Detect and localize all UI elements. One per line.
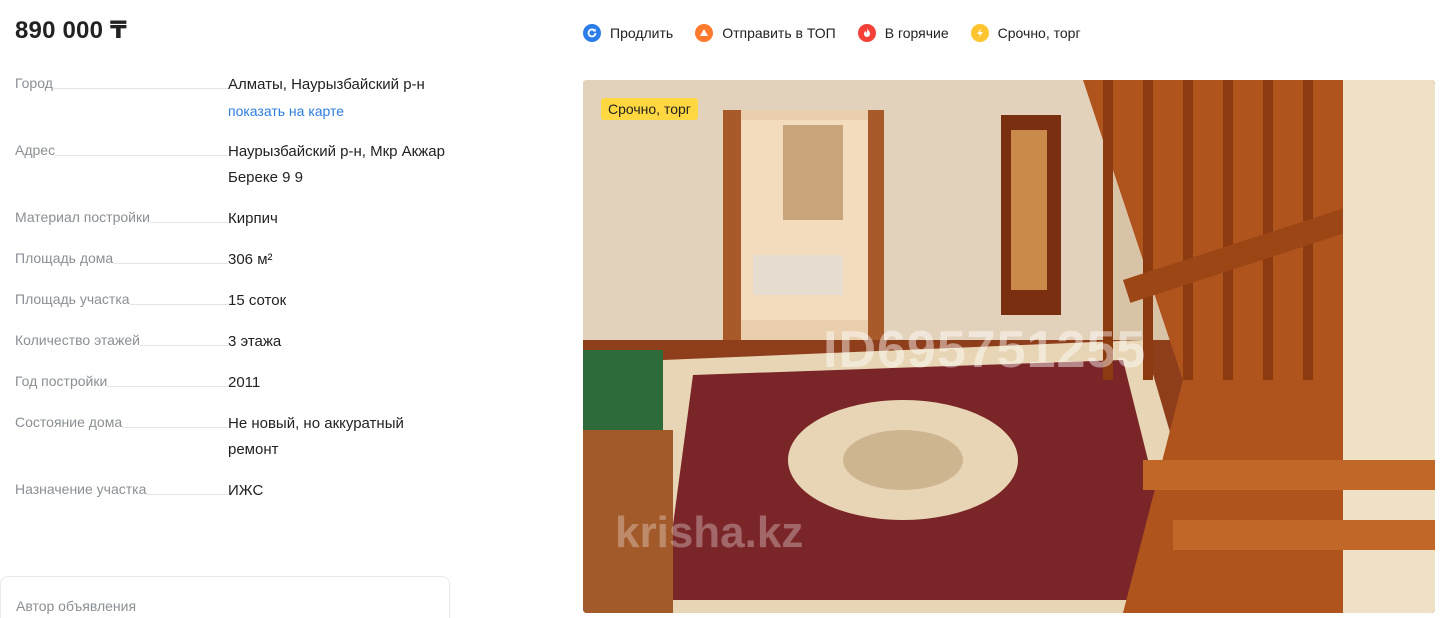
paid-services-bar: Продлить Отправить в ТОП В горячие Срочн… bbox=[583, 24, 1103, 42]
service-hot-button[interactable]: В горячие bbox=[857, 24, 949, 42]
param-label: Материал постройки bbox=[15, 209, 150, 225]
param-row-address: Адрес Наурызбайский р-н, Мкр Акжар Берек… bbox=[15, 139, 445, 191]
param-value-text: Алматы, Наурызбайский р-н bbox=[228, 76, 425, 93]
param-label: Назначение участка bbox=[15, 481, 147, 497]
photo-watermark-site: krisha.kz bbox=[615, 508, 804, 557]
service-urgent-button[interactable]: Срочно, торг bbox=[970, 24, 1081, 42]
param-label: Год постройки bbox=[15, 373, 108, 389]
service-top-button[interactable]: Отправить в ТОП bbox=[695, 24, 836, 42]
param-row-year: Год постройки 2011 bbox=[15, 370, 445, 396]
param-label: Количество этажей bbox=[15, 332, 140, 348]
param-value: 15 соток bbox=[228, 292, 287, 309]
photo-watermark-id: ID695751255 bbox=[823, 321, 1147, 379]
param-row-floors: Количество этажей 3 этажа bbox=[15, 329, 445, 355]
param-row-land-purpose: Назначение участка ИЖС bbox=[15, 478, 445, 504]
param-row-material: Материал постройки Кирпич bbox=[15, 206, 445, 232]
up-arrow-icon bbox=[695, 24, 714, 42]
param-label: Площадь дома bbox=[15, 250, 114, 266]
param-value: ИЖС bbox=[228, 482, 264, 499]
param-row-land-area: Площадь участка 15 соток bbox=[15, 288, 445, 314]
service-label: В горячие bbox=[884, 25, 949, 41]
param-value: Алматы, Наурызбайский р-н показать на ка… bbox=[228, 72, 445, 124]
author-card: Автор объявления bbox=[0, 576, 450, 618]
param-value: 2011 bbox=[228, 374, 261, 391]
param-value: 3 этажа bbox=[228, 333, 282, 350]
price: 890 000 ₸ bbox=[15, 17, 127, 44]
param-value: Наурызбайский р-н, Мкр Акжар Береке 9 9 bbox=[228, 143, 445, 186]
param-value: Кирпич bbox=[228, 210, 278, 227]
show-on-map-link[interactable]: показать на карте bbox=[228, 98, 445, 124]
param-label: Город bbox=[15, 75, 53, 91]
param-value: Не новый, но аккуратный ремонт bbox=[228, 415, 404, 458]
params-list: Город Алматы, Наурызбайский р-н показать… bbox=[15, 72, 445, 519]
param-row-house-area: Площадь дома 306 м² bbox=[15, 247, 445, 273]
param-value: 306 м² bbox=[228, 251, 273, 268]
author-card-title: Автор объявления bbox=[16, 598, 137, 614]
listing-photo[interactable]: Срочно, торг ID695751255 krisha.kz bbox=[583, 80, 1435, 613]
flame-icon bbox=[857, 24, 876, 42]
param-label: Состояние дома bbox=[15, 414, 123, 430]
service-extend-button[interactable]: Продлить bbox=[583, 24, 673, 42]
urgent-badge: Срочно, торг bbox=[601, 98, 698, 120]
param-row-city: Город Алматы, Наурызбайский р-н показать… bbox=[15, 72, 445, 124]
param-label: Адрес bbox=[15, 142, 56, 158]
service-label: Отправить в ТОП bbox=[722, 25, 836, 41]
param-label: Площадь участка bbox=[15, 291, 130, 307]
service-label: Срочно, торг bbox=[997, 25, 1081, 41]
refresh-icon bbox=[583, 24, 601, 42]
param-row-condition: Состояние дома Не новый, но аккуратный р… bbox=[15, 411, 445, 463]
lightning-icon bbox=[970, 24, 989, 42]
service-label: Продлить bbox=[610, 25, 674, 41]
